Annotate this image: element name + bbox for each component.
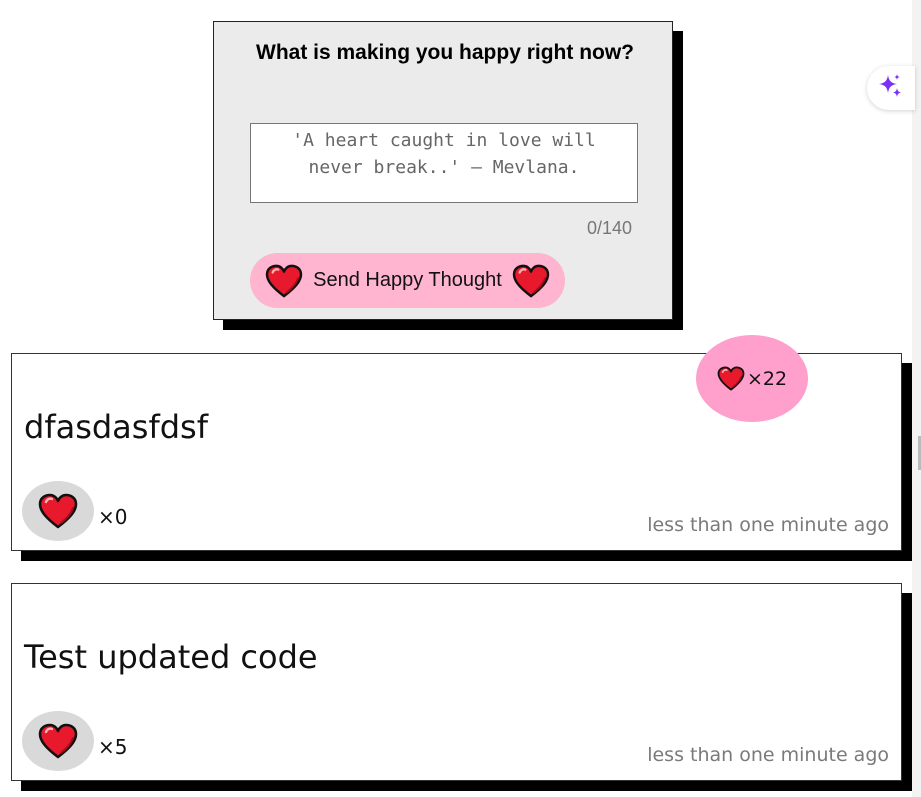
form-title: What is making you happy right now?: [256, 41, 635, 64]
total-likes-bubble: ×22: [696, 335, 808, 422]
heart-icon: [38, 723, 78, 759]
heart-icon: [512, 264, 550, 298]
thought-message: dfasdasfdsf: [24, 408, 208, 446]
thought-card: Test updated code ×5 less than one minut…: [11, 583, 902, 781]
thought-message: Test updated code: [24, 638, 318, 676]
send-happy-thought-button[interactable]: Send Happy Thought: [250, 253, 565, 308]
happy-thought-form: What is making you happy right now? 0/14…: [213, 21, 673, 320]
sparkle-button[interactable]: [867, 66, 915, 110]
sparkle-icon: [877, 73, 903, 103]
like-button[interactable]: [22, 711, 94, 771]
like-count: ×5: [98, 735, 128, 759]
heart-icon: [38, 493, 78, 529]
character-counter: 0/140: [586, 218, 632, 238]
like-button[interactable]: [22, 481, 94, 541]
like-count: ×0: [98, 505, 128, 529]
send-button-label: Send Happy Thought: [313, 269, 502, 291]
thought-input[interactable]: [250, 123, 638, 203]
thought-timestamp: less than one minute ago: [647, 514, 889, 536]
thought-timestamp: less than one minute ago: [647, 744, 889, 766]
heart-icon: [717, 366, 745, 391]
scrollbar-track[interactable]: [912, 0, 921, 797]
total-likes-count: ×22: [746, 367, 788, 390]
heart-icon: [265, 264, 303, 298]
